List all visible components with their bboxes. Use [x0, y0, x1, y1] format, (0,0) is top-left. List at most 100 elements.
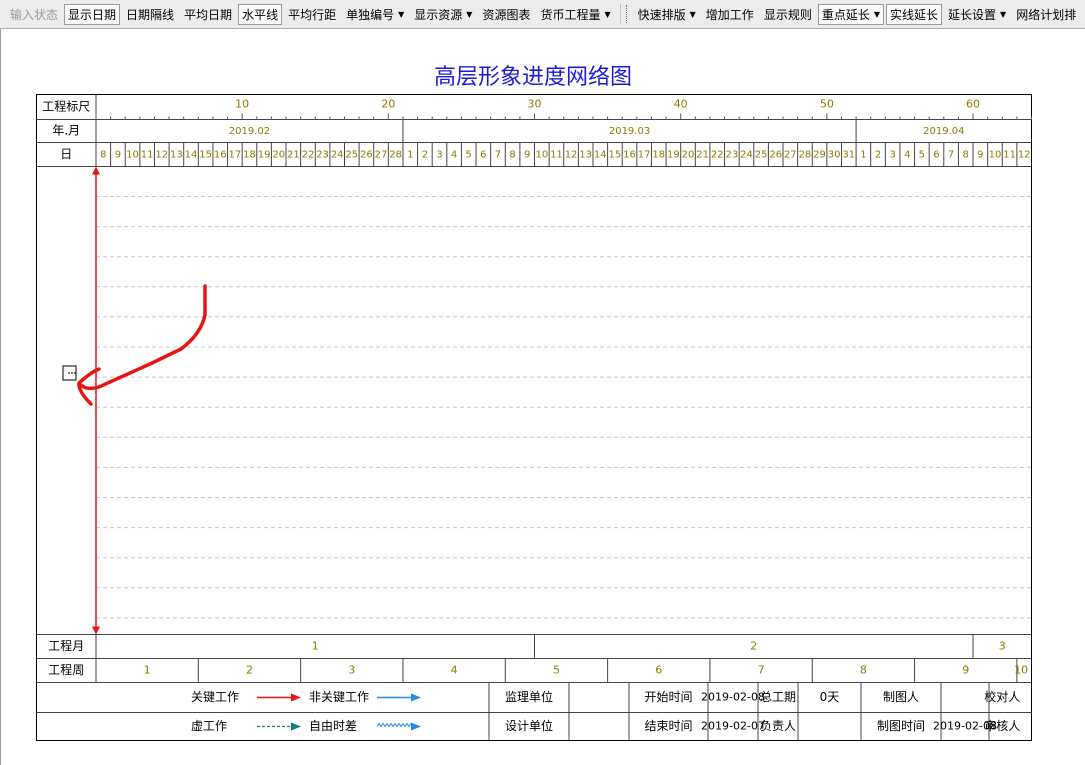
checker-label: 校对人: [984, 689, 1020, 704]
scale-tick-label: 20: [381, 98, 395, 111]
toolbar-button-label: 增加工作: [705, 7, 754, 22]
project-month-value: 3: [999, 640, 1006, 653]
toolbar-button-label: 资源图表: [482, 7, 531, 22]
scale-row-label: 工程标尺: [42, 99, 90, 114]
day-label: 21: [696, 150, 709, 161]
day-label: 16: [214, 150, 227, 161]
toolbar-button-label: 单独编号: [346, 7, 395, 22]
toolbar-button-17[interactable]: 网络计划排: [1012, 4, 1080, 25]
chevron-down-icon[interactable]: ▼: [466, 10, 472, 19]
toolbar-button-label: 实线延长: [890, 7, 939, 22]
day-label: 2: [422, 150, 428, 161]
day-label: 6: [480, 150, 486, 161]
toolbar-button-15[interactable]: 实线延长: [886, 3, 943, 25]
legend-float-line: [376, 722, 414, 728]
toolbar-button-11[interactable]: 快速排版 ▼: [634, 4, 700, 25]
toolbar-button-label: 平均行距: [288, 7, 337, 22]
scale-tick-label: 60: [966, 98, 980, 111]
day-label: 1: [407, 150, 413, 161]
toolbar-button-label: 平均日期: [184, 7, 233, 22]
project-month-value: 1: [312, 640, 319, 653]
day-label: 14: [185, 150, 198, 161]
project-week-value: 10: [1014, 664, 1028, 677]
day-label: 7: [948, 150, 954, 161]
toolbar-button-16[interactable]: 延长设置 ▼: [944, 4, 1010, 25]
day-label: 17: [638, 150, 651, 161]
toolbar-button-12[interactable]: 增加工作: [702, 4, 758, 25]
chevron-down-icon[interactable]: ▼: [874, 10, 880, 19]
end-value: 2019-02-07: [701, 720, 765, 733]
day-label: 18: [652, 150, 665, 161]
day-label: 13: [579, 150, 592, 161]
toolbar-button-7[interactable]: 单独编号 ▼: [342, 4, 408, 25]
project-week-value: 5: [553, 664, 560, 677]
chevron-down-icon[interactable]: ▼: [398, 10, 404, 19]
toolbar-grip[interactable]: [625, 5, 630, 23]
project-week-value: 6: [655, 664, 662, 677]
day-label: 4: [451, 150, 457, 161]
day-label: 1: [860, 150, 866, 161]
day-label: 27: [784, 150, 797, 161]
toolbar-button-4[interactable]: 平均日期: [180, 4, 236, 25]
toolbar-separator: [619, 4, 621, 24]
day-label: 11: [141, 150, 154, 161]
toolbar-button-3[interactable]: 日期隔线: [122, 4, 178, 25]
toolbar-button-label: 日期隔线: [126, 7, 175, 22]
scale-tick-label: 10: [235, 98, 249, 111]
network-chart[interactable]: 高层形象进度网络图工程标尺年.月日工程月工程周 10 20 30 40 50 60 2019.…: [1, 29, 1085, 765]
day-label: 9: [115, 150, 121, 161]
day-label: 28: [799, 150, 812, 161]
toolbar-button-9[interactable]: 资源图表: [478, 4, 534, 25]
legend-dummy-label: 虚工作: [191, 719, 227, 733]
day-label: 9: [524, 150, 530, 161]
day-label: 26: [360, 150, 373, 161]
toolbar-button-6[interactable]: 平均行距: [284, 4, 340, 25]
toolbar-button-2[interactable]: 显示日期: [64, 3, 121, 25]
legend-noncritical-label: 非关键工作: [309, 690, 369, 704]
day-label: 12: [1018, 150, 1031, 161]
legend-dummy-arrowhead: [291, 722, 301, 731]
day-label: 19: [258, 150, 271, 161]
day-label: 3: [889, 150, 895, 161]
drafter-label: 制图人: [883, 690, 919, 704]
toolbar-button-14[interactable]: 重点延长 ▼: [817, 3, 884, 25]
duration-label: 总工期: [760, 690, 796, 704]
toolbar-button-5[interactable]: 水平线: [238, 3, 283, 25]
day-label: 12: [155, 150, 168, 161]
reviewer-label: 审核人: [984, 718, 1020, 733]
toolbar-button-label: 显示日期: [68, 7, 117, 22]
chart-frame: [36, 94, 1032, 741]
drawing-canvas[interactable]: 高层形象进度网络图 工程标尺 年.月日工程月 工程周 10 20 30 40 50 60 2019.…: [0, 29, 1085, 765]
toolbar-button-1[interactable]: 输入状态: [6, 4, 62, 25]
toolbar-button-13[interactable]: 显示规则: [760, 4, 816, 25]
toolbar-button-8[interactable]: 显示资源 ▼: [410, 4, 476, 25]
day-label: 4: [904, 150, 910, 161]
day-label: 24: [740, 150, 753, 161]
day-label: 19: [667, 150, 680, 161]
day-label: 2: [875, 150, 881, 161]
project-week-value: 3: [348, 664, 355, 677]
day-label: 10: [989, 150, 1002, 161]
day-label: 10: [126, 150, 139, 161]
toolbar-button-label: 网络计划排: [1016, 7, 1077, 22]
day-label: 30: [828, 150, 841, 161]
designer-label: 设计单位: [505, 718, 553, 733]
toolbar-button-10[interactable]: 货币工程量 ▼: [536, 4, 614, 25]
day-row-label: 日: [60, 147, 72, 161]
day-label: 15: [199, 150, 212, 161]
day-label: 20: [272, 150, 285, 161]
chevron-down-icon[interactable]: ▼: [1000, 10, 1006, 19]
draw-time-label: 制图时间: [877, 719, 925, 733]
project-week-value: 4: [451, 664, 458, 677]
scale-tick-label: 50: [820, 98, 834, 111]
project-week-value: 7: [758, 664, 765, 677]
day-label: 10: [535, 150, 548, 161]
chevron-down-icon[interactable]: ▼: [690, 10, 696, 19]
end-label: 结束时间: [644, 719, 692, 733]
day-label: 6: [933, 150, 939, 161]
start-label: 开始时间: [644, 690, 692, 704]
toolbar: 输入状态 显示日期 日期隔线 平均日期 水平线 平均行距 单独编号 ▼ 显示资源 ▼ 资源图表 货币工…: [0, 0, 1085, 29]
day-label: 23: [725, 150, 738, 161]
scale-tick-label: 30: [528, 98, 542, 111]
chevron-down-icon[interactable]: ▼: [604, 10, 610, 19]
